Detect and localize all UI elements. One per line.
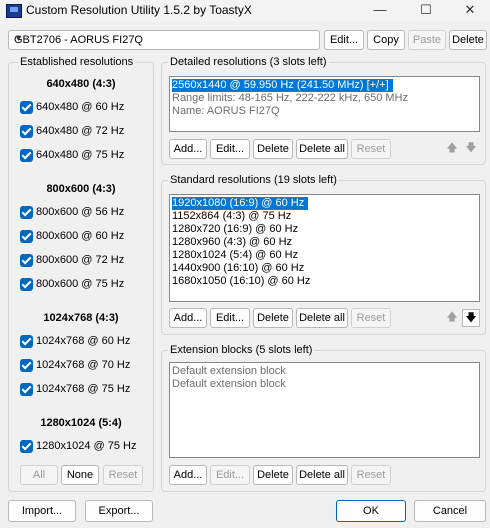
list-item[interactable]: Default extension block xyxy=(172,378,286,391)
standard-resolutions-title: Standard resolutions (19 slots left) xyxy=(168,174,339,186)
established-all-button[interactable]: All xyxy=(20,465,58,485)
checkbox-checked-icon xyxy=(20,335,33,348)
monitor-copy-button[interactable]: Copy xyxy=(367,30,405,50)
list-item[interactable]: 1280x1024 (5:4) @ 60 Hz xyxy=(172,249,298,262)
monitor-edit-button[interactable]: Edit... xyxy=(324,30,364,50)
checkbox-checked-icon xyxy=(20,101,33,114)
established-none-button[interactable]: None xyxy=(61,465,99,485)
detailed-resolutions-list[interactable]: 2560x1440 @ 59.950 Hz (241.50 MHz) [+/+]… xyxy=(169,76,480,132)
extension-delete-all-button[interactable]: Delete all xyxy=(296,465,348,485)
checkbox-label: 1024x768 @ 75 Hz xyxy=(36,383,131,395)
monitor-select[interactable]: GBT2706 - AORUS FI27Q ▼ xyxy=(8,30,320,50)
list-item[interactable]: Range limits: 48-165 Hz, 222-222 kHz, 65… xyxy=(172,92,408,105)
standard-add-button[interactable]: Add... xyxy=(169,308,207,328)
list-item[interactable]: 1280x720 (16:9) @ 60 Hz xyxy=(172,223,298,236)
move-down-icon[interactable]: 🡇 xyxy=(462,309,480,327)
checkbox-label: 800x600 @ 75 Hz xyxy=(36,278,125,290)
checkbox-label: 640x480 @ 60 Hz xyxy=(36,101,125,113)
move-up-icon[interactable]: 🡅 xyxy=(443,309,461,327)
checkbox-label: 640x480 @ 72 Hz xyxy=(36,125,125,137)
section-header: 640x480 (4:3) xyxy=(46,78,116,90)
standard-delete-all-button[interactable]: Delete all xyxy=(296,308,348,328)
import-button[interactable]: Import... xyxy=(8,500,76,522)
app-icon xyxy=(6,4,22,18)
section-header: 800x600 (4:3) xyxy=(46,183,116,195)
standard-delete-button[interactable]: Delete xyxy=(253,308,293,328)
checkbox-label: 640x480 @ 75 Hz xyxy=(36,149,125,161)
section-header: 1024x768 (4:3) xyxy=(43,312,119,324)
detailed-add-button[interactable]: Add... xyxy=(169,139,207,159)
chevron-down-icon: ▼ xyxy=(14,33,23,43)
extension-edit-button[interactable]: Edit... xyxy=(210,465,250,485)
checkbox-label: 1024x768 @ 70 Hz xyxy=(36,359,131,371)
established-resolutions-title: Established resolutions xyxy=(18,56,136,68)
established-reset-button[interactable]: Reset xyxy=(103,465,143,485)
standard-edit-button[interactable]: Edit... xyxy=(210,308,250,328)
detailed-delete-all-button[interactable]: Delete all xyxy=(296,139,348,159)
list-item[interactable]: Name: AORUS FI27Q xyxy=(172,105,280,118)
detailed-resolutions-title: Detailed resolutions (3 slots left) xyxy=(168,56,329,68)
checkbox-checked-icon xyxy=(20,230,33,243)
checkbox-checked-icon xyxy=(20,383,33,396)
extension-reset-button[interactable]: Reset xyxy=(351,465,391,485)
checkbox-label: 800x600 @ 60 Hz xyxy=(36,230,125,242)
checkbox-checked-icon xyxy=(20,206,33,219)
detailed-delete-button[interactable]: Delete xyxy=(253,139,293,159)
title-bar: Custom Resolution Utility 1.5.2 by Toast… xyxy=(0,0,490,22)
maximize-button[interactable]: ☐ xyxy=(404,0,448,22)
section-header: 1280x1024 (5:4) xyxy=(40,417,122,429)
list-item[interactable]: 1920x1080 (16:9) @ 60 Hz xyxy=(172,197,309,210)
ok-button[interactable]: OK xyxy=(336,500,406,522)
checkbox-label: 800x600 @ 72 Hz xyxy=(36,254,125,266)
checkbox-label: 1280x1024 @ 75 Hz xyxy=(36,440,137,452)
checkbox-checked-icon xyxy=(20,149,33,162)
monitor-delete-button[interactable]: Delete xyxy=(449,30,487,50)
list-item[interactable]: 1440x900 (16:10) @ 60 Hz xyxy=(172,262,304,275)
list-item[interactable]: 1680x1050 (16:10) @ 60 Hz xyxy=(172,275,310,288)
extension-blocks-list[interactable]: Default extension block Default extensio… xyxy=(169,362,480,458)
list-item[interactable]: 1152x864 (4:3) @ 75 Hz xyxy=(172,210,291,223)
list-item[interactable]: 2560x1440 @ 59.950 Hz (241.50 MHz) [+/+] xyxy=(172,79,393,92)
close-window-button[interactable]: ✕ xyxy=(448,0,490,22)
checkbox-checked-icon xyxy=(20,440,33,453)
standard-resolutions-list[interactable]: 1920x1080 (16:9) @ 60 Hz 1152x864 (4:3) … xyxy=(169,194,480,302)
checkbox-checked-icon xyxy=(20,125,33,138)
export-button[interactable]: Export... xyxy=(85,500,153,522)
monitor-paste-button[interactable]: Paste xyxy=(408,30,446,50)
window-title: Custom Resolution Utility 1.5.2 by Toast… xyxy=(26,3,252,17)
checkbox-checked-icon xyxy=(20,278,33,291)
standard-reset-button[interactable]: Reset xyxy=(351,308,391,328)
minimize-button[interactable]: — xyxy=(358,0,402,22)
list-item[interactable]: 1280x960 (4:3) @ 60 Hz xyxy=(172,236,292,249)
extension-delete-button[interactable]: Delete xyxy=(253,465,293,485)
checkbox-checked-icon xyxy=(20,359,33,372)
checkbox-label: 1024x768 @ 60 Hz xyxy=(36,335,131,347)
detailed-edit-button[interactable]: Edit... xyxy=(210,139,250,159)
extension-blocks-title: Extension blocks (5 slots left) xyxy=(168,344,315,356)
detailed-reset-button[interactable]: Reset xyxy=(351,139,391,159)
move-up-icon[interactable]: 🡅 xyxy=(443,140,461,158)
cancel-button[interactable]: Cancel xyxy=(414,500,486,522)
move-down-icon[interactable]: 🡇 xyxy=(462,140,480,158)
list-item[interactable]: Default extension block xyxy=(172,365,286,378)
checkbox-label: 800x600 @ 56 Hz xyxy=(36,206,125,218)
checkbox-checked-icon xyxy=(20,254,33,267)
extension-add-button[interactable]: Add... xyxy=(169,465,207,485)
